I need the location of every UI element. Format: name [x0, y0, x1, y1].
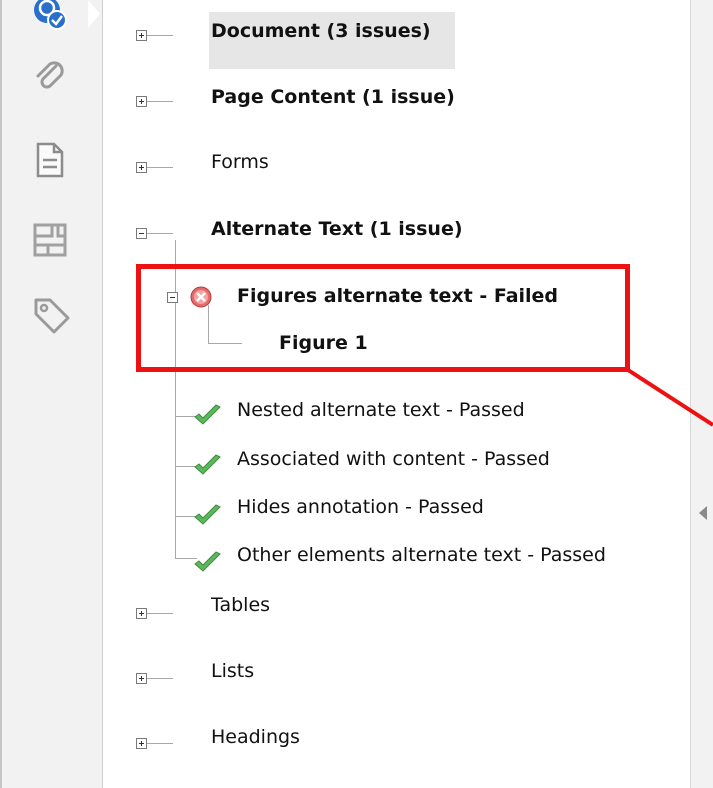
tree-connector: [147, 233, 173, 234]
tree-connector: [147, 743, 173, 744]
passed-check-icon: [193, 550, 221, 572]
collapse-alternate-text-button[interactable]: [136, 228, 147, 239]
expand-document-button[interactable]: [136, 30, 147, 41]
tree-item-lists[interactable]: Lists: [211, 660, 254, 682]
tree-connector: [147, 167, 173, 168]
accessibility-check-icon[interactable]: [32, 0, 68, 36]
expand-tables-button[interactable]: [136, 608, 147, 619]
red-callout-box: [136, 264, 630, 372]
tree-connector: [147, 613, 173, 614]
paperclip-icon[interactable]: [32, 58, 68, 94]
navigation-rail: [0, 0, 103, 788]
tree-item-headings[interactable]: Headings: [211, 726, 300, 748]
tree-item-hides[interactable]: Hides annotation - Passed: [237, 496, 484, 518]
tag-icon[interactable]: [32, 296, 70, 334]
tree-connector: [147, 678, 173, 679]
structure-icon[interactable]: [32, 222, 68, 258]
tree-item-forms[interactable]: Forms: [211, 151, 269, 173]
passed-check-icon: [193, 503, 221, 525]
active-panel-notch: [88, 0, 100, 28]
tree-connector: [147, 101, 173, 102]
expand-page-content-button[interactable]: [136, 96, 147, 107]
expand-forms-button[interactable]: [136, 162, 147, 173]
page-icon[interactable]: [32, 142, 68, 178]
red-callout-pointer: [626, 368, 713, 427]
tree-item-document[interactable]: Document (3 issues): [211, 20, 431, 42]
tree-item-page-content[interactable]: Page Content (1 issue): [211, 86, 455, 108]
passed-check-icon: [193, 453, 221, 475]
rail-border: [0, 0, 2, 788]
tree-item-tables[interactable]: Tables: [211, 594, 270, 616]
passed-check-icon: [193, 403, 221, 425]
tree-item-alternate-text[interactable]: Alternate Text (1 issue): [211, 218, 463, 240]
collapse-panel-arrow-icon[interactable]: [699, 506, 707, 520]
tree-item-associated[interactable]: Associated with content - Passed: [237, 448, 550, 470]
right-panel-edge: [690, 0, 713, 788]
expand-headings-button[interactable]: [136, 738, 147, 749]
tree-connector: [147, 35, 173, 36]
tree-item-nested[interactable]: Nested alternate text - Passed: [237, 399, 525, 421]
expand-lists-button[interactable]: [136, 673, 147, 684]
tree-item-other[interactable]: Other elements alternate text - Passed: [237, 544, 606, 566]
